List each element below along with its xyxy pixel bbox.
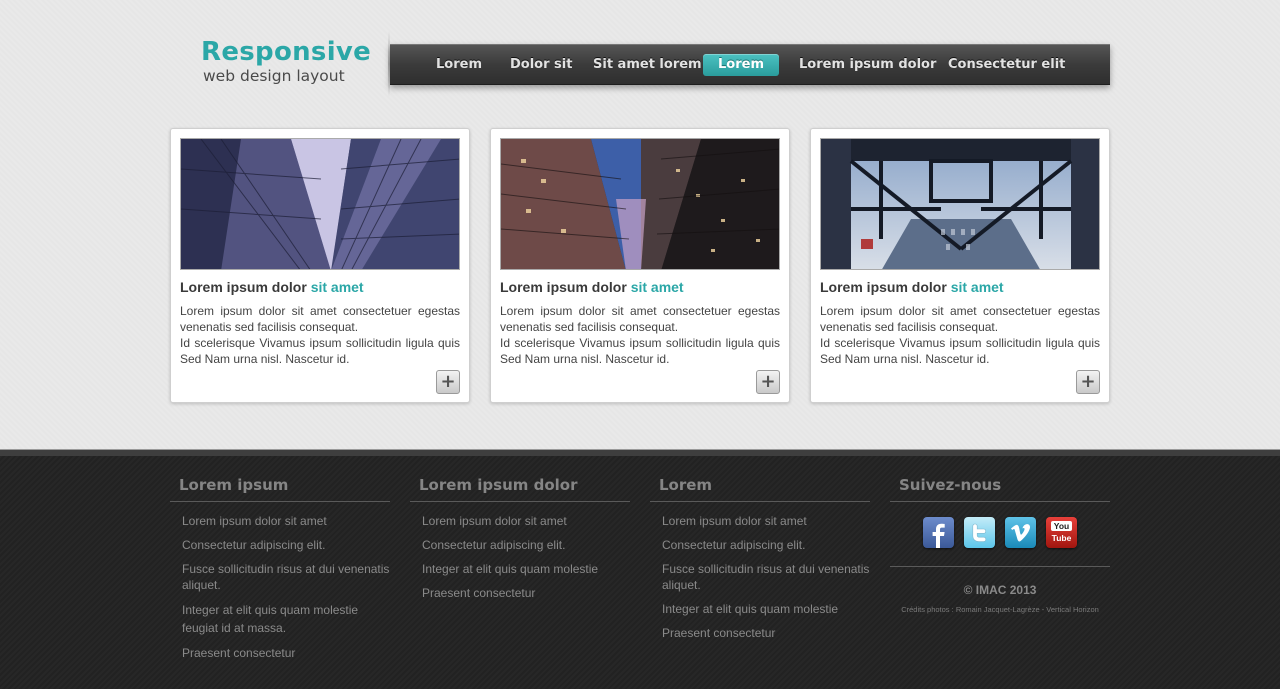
card-title-accent: sit amet: [950, 279, 1004, 295]
card-title-accent: sit amet: [630, 279, 684, 295]
footer-link[interactable]: Lorem ipsum dolor sit amet: [182, 513, 390, 529]
footer-divider: [890, 566, 1110, 567]
twitter-icon[interactable]: [964, 517, 995, 548]
card-paragraph: Lorem ipsum dolor sit amet consectetuer …: [820, 304, 1100, 334]
social-icons: You Tube: [890, 517, 1110, 548]
content-card: Lorem ipsum dolor sit amet Lorem ipsum d…: [490, 128, 790, 403]
logo-title: Responsive: [201, 37, 372, 67]
vimeo-icon[interactable]: [1005, 517, 1036, 548]
footer-link[interactable]: Integer at elit quis quam molestie: [422, 561, 630, 577]
expand-button[interactable]: +: [756, 370, 780, 394]
footer-heading: Suivez-nous: [890, 475, 1110, 502]
footer-link[interactable]: Consectetur adipiscing elit.: [422, 537, 630, 553]
content-card: Lorem ipsum dolor sit amet Lorem ipsum d…: [170, 128, 470, 403]
footer-heading: Lorem ipsum: [170, 475, 390, 502]
card-paragraph: Id scelerisque Vivamus ipsum sollicitudi…: [820, 336, 1100, 366]
footer-link[interactable]: Lorem ipsum dolor sit amet: [422, 513, 630, 529]
content-card: Lorem ipsum dolor sit amet Lorem ipsum d…: [810, 128, 1110, 403]
nav-item-sit-amet-lorem[interactable]: Sit amet lorem: [593, 54, 702, 76]
footer-links: Lorem ipsum dolor sit amet Consectetur a…: [410, 513, 630, 601]
card-text: Lorem ipsum dolor sit amet consectetuer …: [500, 303, 780, 367]
expand-button[interactable]: +: [1076, 370, 1100, 394]
footer-link[interactable]: Fusce sollicitudin risus at dui venenati…: [662, 561, 870, 593]
nav-item-lorem-ipsum-dolor[interactable]: Lorem ipsum dolor: [799, 54, 936, 76]
footer-link[interactable]: Integer at elit quis quam molestie feugi…: [182, 601, 390, 637]
card-title-main: Lorem ipsum dolor: [820, 279, 951, 295]
youtube-icon-text-tube: Tube: [1052, 533, 1072, 543]
card-paragraph: Id scelerisque Vivamus ipsum sollicitudi…: [500, 336, 780, 366]
footer-column: Lorem ipsum Lorem ipsum dolor sit amet C…: [170, 475, 390, 669]
card-title-main: Lorem ipsum dolor: [500, 279, 631, 295]
footer-links: Lorem ipsum dolor sit amet Consectetur a…: [650, 513, 870, 641]
card-title-accent: sit amet: [310, 279, 364, 295]
card-title: Lorem ipsum dolor sit amet: [180, 279, 364, 295]
youtube-icon[interactable]: You Tube: [1046, 517, 1077, 548]
card-title-main: Lorem ipsum dolor: [180, 279, 311, 295]
youtube-icon-text-you: You: [1054, 521, 1069, 531]
footer-heading: Lorem ipsum dolor: [410, 475, 630, 502]
main-nav: Lorem Dolor sit Sit amet lorem Lorem Lor…: [388, 31, 1110, 97]
footer-links: Lorem ipsum dolor sit amet Consectetur a…: [170, 513, 390, 661]
facebook-icon[interactable]: [923, 517, 954, 548]
card-image-skyscrapers: [180, 138, 460, 270]
card-text: Lorem ipsum dolor sit amet consectetuer …: [180, 303, 460, 367]
nav-item-dolor-sit[interactable]: Dolor sit: [510, 54, 572, 76]
footer-link[interactable]: Praesent consectetur: [662, 625, 870, 641]
footer-social-column: Suivez-nous You Tube © IMAC 2013 Crédits…: [890, 475, 1110, 614]
footer-column: Lorem Lorem ipsum dolor sit amet Consect…: [650, 475, 870, 649]
nav-item-lorem[interactable]: Lorem: [436, 54, 482, 76]
site-logo[interactable]: Responsive web design layout: [201, 38, 371, 86]
card-paragraph: Id scelerisque Vivamus ipsum sollicitudi…: [180, 336, 460, 366]
footer-link[interactable]: Fusce sollicitudin risus at dui venenati…: [182, 561, 390, 593]
footer-link[interactable]: Praesent consectetur: [182, 645, 390, 661]
expand-button[interactable]: +: [436, 370, 460, 394]
site-footer: Lorem ipsum Lorem ipsum dolor sit amet C…: [0, 450, 1280, 689]
footer-column: Lorem ipsum dolor Lorem ipsum dolor sit …: [410, 475, 630, 609]
footer-link[interactable]: Praesent consectetur: [422, 585, 630, 601]
card-paragraph: Lorem ipsum dolor sit amet consectetuer …: [500, 304, 780, 334]
card-image-city-night: [500, 138, 780, 270]
card-title: Lorem ipsum dolor sit amet: [820, 279, 1004, 295]
footer-link[interactable]: Consectetur adipiscing elit.: [182, 537, 390, 553]
footer-heading: Lorem: [650, 475, 870, 502]
copyright-text: © IMAC 2013: [963, 583, 1037, 597]
nav-item-consectetur-elit[interactable]: Consectetur elit: [948, 54, 1065, 76]
logo-subtitle: web design layout: [203, 67, 345, 85]
card-image-steel-structure: [820, 138, 1100, 270]
photo-credits: Crédits photos : Romain Jacquet-Lagrèze …: [901, 605, 1099, 614]
nav-item-lorem-active[interactable]: Lorem: [703, 54, 779, 76]
card-paragraph: Lorem ipsum dolor sit amet consectetuer …: [180, 304, 460, 334]
card-title: Lorem ipsum dolor sit amet: [500, 279, 684, 295]
footer-link[interactable]: Integer at elit quis quam molestie: [662, 601, 870, 617]
footer-link[interactable]: Lorem ipsum dolor sit amet: [662, 513, 870, 529]
footer-link[interactable]: Consectetur adipiscing elit.: [662, 537, 870, 553]
card-text: Lorem ipsum dolor sit amet consectetuer …: [820, 303, 1100, 367]
